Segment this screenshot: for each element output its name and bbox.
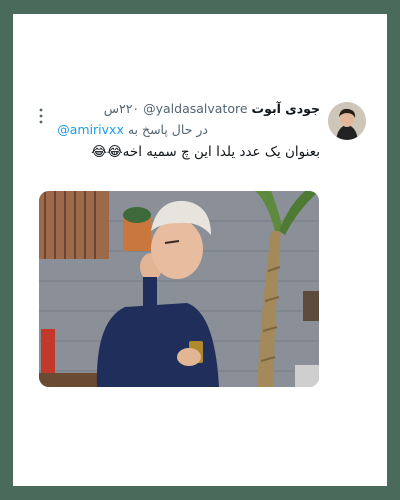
tweet-header: جودی آبوت @yaldasalvatore ۲۲۰س [104,101,320,116]
media-photo [39,191,319,387]
tweet-card: جودی آبوت @yaldasalvatore ۲۲۰س در حال پا… [13,14,387,486]
tweet-text: بعنوان یک عدد یلدا این چ سمیه اخه😂😂 [91,144,320,160]
display-name[interactable]: جودی آبوت [252,101,320,116]
reply-handle-link[interactable]: @amirivxx [57,122,124,137]
user-handle[interactable]: @yaldasalvatore [143,101,247,116]
reply-context: در حال پاسخ به @amirivxx [57,122,208,137]
tweet-media[interactable] [39,191,319,387]
avatar[interactable] [328,102,366,140]
more-vertical-icon[interactable] [39,108,43,124]
reply-prefix: در حال پاسخ به [127,122,208,137]
timestamp[interactable]: ۲۲۰س [104,101,139,116]
avatar-image [328,102,366,140]
